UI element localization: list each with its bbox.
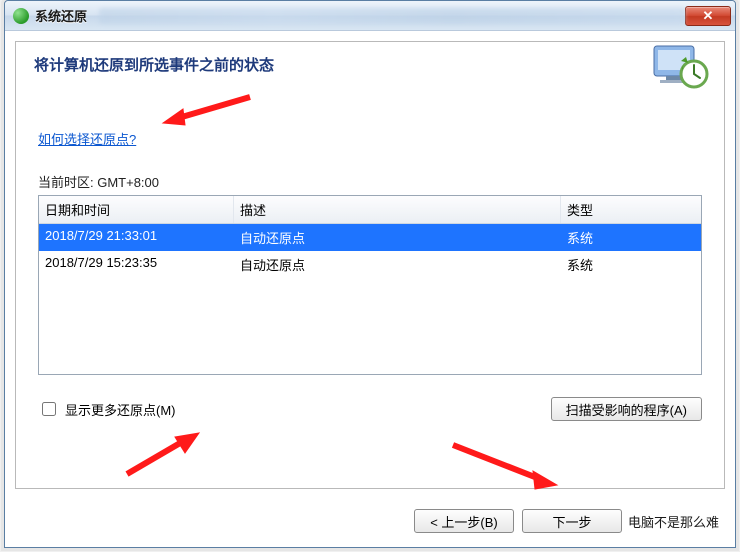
app-icon [13, 8, 29, 24]
timezone-label: 当前时区: GMT+8:00 [38, 172, 724, 191]
cell-datetime: 2018/7/29 15:23:35 [39, 251, 234, 278]
wizard-nav: < 上一步(B) 下一步 电脑不是那么难 [414, 509, 719, 533]
restore-points-table[interactable]: 日期和时间 描述 类型 2018/7/29 21:33:01自动还原点系统201… [38, 195, 702, 375]
wizard-panel: 将计算机还原到所选事件之前的状态 如何选择还原点? 当前时区: GMT+8:00… [15, 41, 725, 489]
show-more-label: 显示更多还原点(M) [65, 400, 176, 419]
show-more-restore-points-checkbox[interactable]: 显示更多还原点(M) [38, 399, 176, 419]
close-button[interactable]: ✕ [685, 6, 731, 26]
table-row[interactable]: 2018/7/29 21:33:01自动还原点系统 [39, 224, 701, 251]
cell-description: 自动还原点 [234, 251, 561, 278]
show-more-checkbox-input[interactable] [42, 402, 56, 416]
overlay-caption: 电脑不是那么难 [628, 512, 719, 531]
scan-affected-programs-button[interactable]: 扫描受影响的程序(A) [551, 397, 702, 421]
close-icon: ✕ [703, 8, 714, 24]
help-link-choose-restore-point[interactable]: 如何选择还原点? [38, 129, 136, 148]
window-title: 系统还原 [35, 6, 87, 25]
next-button[interactable]: 下一步 [522, 509, 622, 533]
next-button-label: 下一步 [552, 512, 591, 531]
cell-type: 系统 [561, 224, 701, 251]
table-row[interactable]: 2018/7/29 15:23:35自动还原点系统 [39, 251, 701, 278]
column-header-datetime[interactable]: 日期和时间 [39, 196, 234, 223]
below-table-row: 显示更多还原点(M) 扫描受影响的程序(A) [38, 397, 702, 421]
panel-header: 将计算机还原到所选事件之前的状态 [16, 42, 724, 75]
column-header-description[interactable]: 描述 [234, 196, 561, 223]
system-restore-window: 系统还原 ✕ 将计算机还原到所选事件之前的状态 如何选择还原点? 当前时区: G… [4, 0, 736, 548]
table-header-row[interactable]: 日期和时间 描述 类型 [39, 196, 701, 224]
cell-type: 系统 [561, 251, 701, 278]
back-button[interactable]: < 上一步(B) [414, 509, 514, 533]
column-header-type[interactable]: 类型 [561, 196, 701, 223]
titlebar[interactable]: 系统还原 ✕ [5, 1, 735, 31]
page-title: 将计算机还原到所选事件之前的状态 [34, 54, 706, 75]
cell-datetime: 2018/7/29 21:33:01 [39, 224, 234, 251]
cell-description: 自动还原点 [234, 224, 561, 251]
table-body: 2018/7/29 21:33:01自动还原点系统2018/7/29 15:23… [39, 224, 701, 278]
system-restore-icon [648, 40, 712, 96]
titlebar-blur [99, 8, 685, 24]
